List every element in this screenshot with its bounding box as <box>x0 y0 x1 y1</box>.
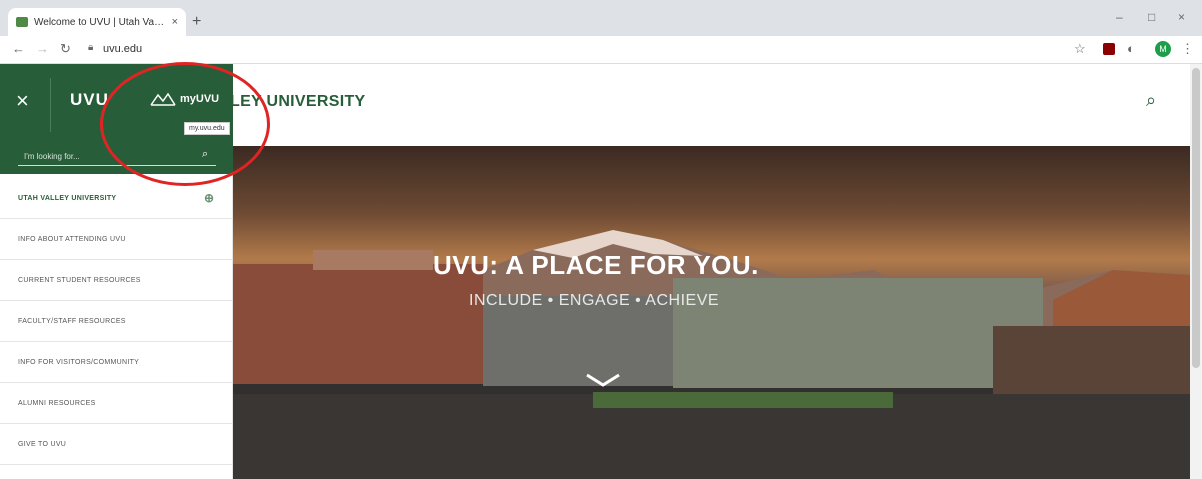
chevron-down-icon[interactable] <box>585 372 621 388</box>
address-bar: ← → ↻ 🔒︎ uvu.edu ☆ ◐ M ⋮ <box>0 36 1202 64</box>
sidebar-item-alumni[interactable]: ALUMNI RESOURCES <box>0 383 233 424</box>
sidebar-item-current-students[interactable]: CURRENT STUDENT RESOURCES <box>0 260 233 301</box>
hero-subtitle: INCLUDE • ENGAGE • ACHIEVE <box>469 292 720 309</box>
tab-close-icon[interactable]: × <box>172 16 178 28</box>
sidebar-item-utah-valley-university[interactable]: UTAH VALLEY UNIVERSITY ⊕ <box>0 178 233 219</box>
search-input[interactable] <box>18 148 216 166</box>
sidebar-item-label: ALUMNI RESOURCES <box>18 399 96 407</box>
close-icon[interactable]: × <box>16 88 29 114</box>
profile-avatar[interactable]: M <box>1155 41 1171 57</box>
sidebar-item-label: GIVE TO UVU <box>18 440 67 448</box>
sidebar-item-label: FACULTY/STAFF RESOURCES <box>18 317 126 325</box>
search-icon[interactable]: ⌕ <box>1146 90 1156 111</box>
sidebar-item-label: CURRENT STUDENT RESOURCES <box>18 276 141 284</box>
minimize-button[interactable]: – <box>1116 10 1123 24</box>
building-left-top <box>313 250 433 270</box>
lawn <box>593 392 893 408</box>
page-scrollbar[interactable] <box>1190 64 1202 479</box>
pdf-extension-icon[interactable] <box>1103 43 1115 55</box>
sidebar-header: × UVU myUVU my.uvu.edu ⌕ <box>0 64 233 174</box>
window-close-button[interactable]: × <box>1178 10 1185 24</box>
tab-title: Welcome to UVU | Utah Valley U <box>34 16 166 28</box>
hero-title: UVU: A PLACE FOR YOU. <box>433 250 759 280</box>
building-glass <box>673 278 1043 388</box>
building-left <box>233 264 483 384</box>
sidebar-item-attending[interactable]: INFO ABOUT ATTENDING UVU <box>0 219 233 260</box>
browser-menu-icon[interactable]: ⋮ <box>1181 41 1194 57</box>
forward-icon[interactable]: → <box>36 41 49 56</box>
site-name[interactable]: LEY UNIVERSITY <box>230 93 366 111</box>
sidebar-item-label: INFO ABOUT ATTENDING UVU <box>18 235 126 243</box>
favicon-icon <box>16 17 28 27</box>
bookmark-star-icon[interactable]: ☆ <box>1074 41 1086 57</box>
lock-icon: 🔒︎ <box>88 42 94 53</box>
divider <box>50 78 51 132</box>
myuvu-label: myUVU <box>180 93 220 105</box>
back-icon[interactable]: ← <box>12 41 25 56</box>
url-field[interactable]: uvu.edu <box>103 43 142 55</box>
scroll-thumb[interactable] <box>1192 68 1200 368</box>
myuvu-tooltip: my.uvu.edu <box>184 122 230 135</box>
sidebar-menu: × UVU myUVU my.uvu.edu ⌕ UTAH VALLEY UNI… <box>0 64 233 479</box>
browser-tab-bar: Welcome to UVU | Utah Valley U × + – □ × <box>0 0 1202 36</box>
new-tab-button[interactable]: + <box>192 13 201 31</box>
sidebar-search-icon[interactable]: ⌕ <box>202 148 208 161</box>
browser-tab[interactable]: Welcome to UVU | Utah Valley U × <box>8 8 186 36</box>
sidebar-item-give[interactable]: GIVE TO UVU <box>0 424 233 465</box>
uvu-logo[interactable]: UVU <box>70 90 109 110</box>
maximize-button[interactable]: □ <box>1148 10 1155 24</box>
sidebar-item-faculty-staff[interactable]: FACULTY/STAFF RESOURCES <box>0 301 233 342</box>
myuvu-link[interactable]: myUVU <box>150 92 219 106</box>
reload-icon[interactable]: ↻ <box>60 41 71 57</box>
hero-banner: UVU: A PLACE FOR YOU. INCLUDE • ENGAGE •… <box>233 146 1190 479</box>
sidebar-item-visitors[interactable]: INFO FOR VISITORS/COMMUNITY <box>0 342 233 383</box>
mountain-logo-icon <box>150 92 176 106</box>
sidebar-item-label: UTAH VALLEY UNIVERSITY <box>18 194 117 202</box>
sidebar-item-label: INFO FOR VISITORS/COMMUNITY <box>18 358 140 366</box>
extension-icon[interactable]: ◐ <box>1127 41 1135 56</box>
expand-plus-icon[interactable]: ⊕ <box>204 191 214 205</box>
